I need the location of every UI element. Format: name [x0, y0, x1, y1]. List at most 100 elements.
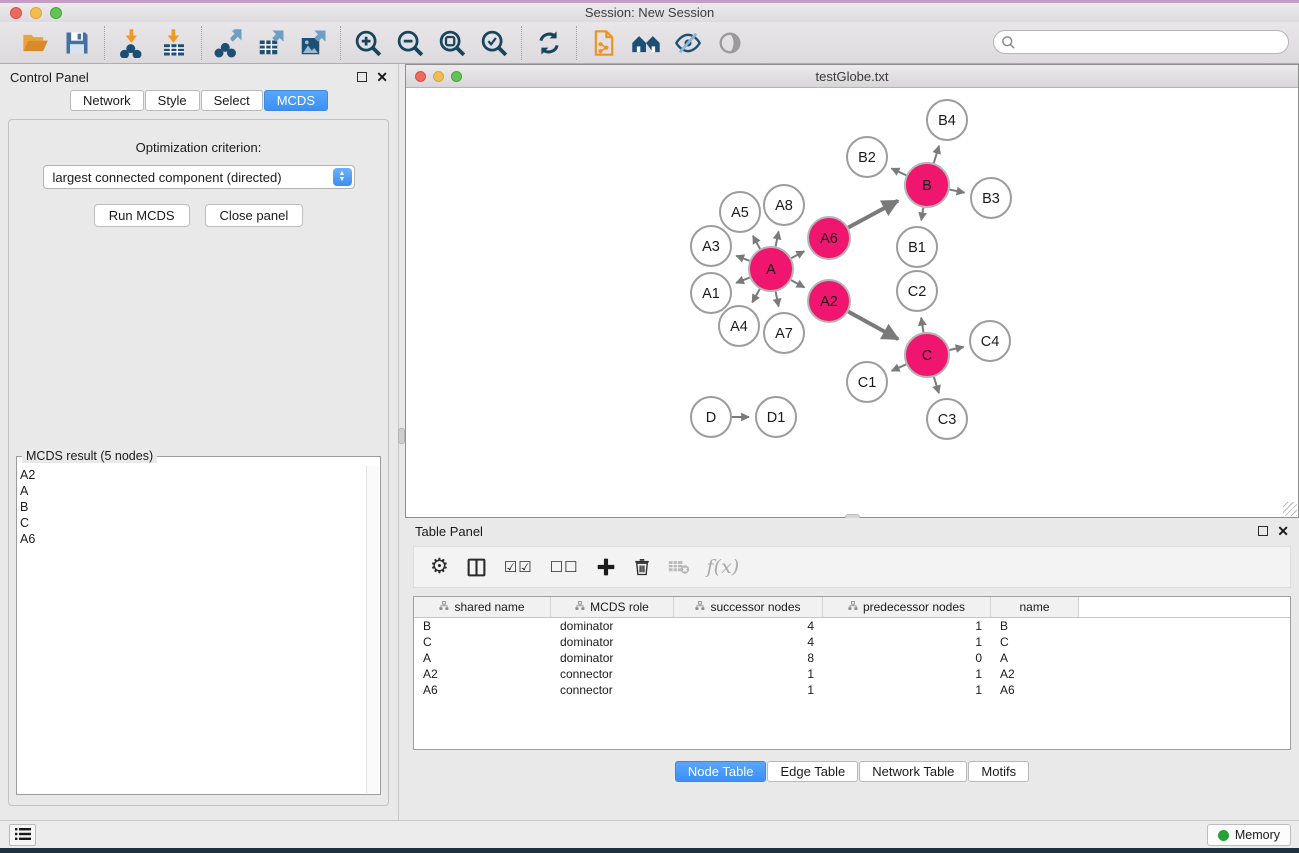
- export-table-button[interactable]: [252, 26, 290, 60]
- zoom-in-button[interactable]: [349, 26, 387, 60]
- zoom-out-button[interactable]: [391, 26, 429, 60]
- import-table-button[interactable]: [155, 26, 193, 60]
- result-item[interactable]: B: [20, 499, 365, 515]
- node-B2[interactable]: B2: [847, 137, 887, 177]
- edge-C-C3[interactable]: [934, 377, 939, 393]
- split-divider-handle[interactable]: [398, 428, 405, 444]
- result-item[interactable]: C: [20, 515, 365, 531]
- float-panel-icon[interactable]: [1258, 526, 1268, 536]
- edge-A-A3[interactable]: [736, 256, 749, 261]
- deselect-all-icon[interactable]: ☐☐: [550, 558, 579, 576]
- node-A2[interactable]: A2: [808, 280, 850, 322]
- network-canvas[interactable]: B4 B2 B B3 A8A5 A6 A3 B1 A C2 A1 A2 A4A7 C4 C C1 C3 D D1: [406, 88, 1298, 517]
- edge-A-A5[interactable]: [753, 236, 760, 249]
- edge-A-A4[interactable]: [752, 289, 760, 302]
- table-settings-icon[interactable]: ⚙: [430, 557, 449, 577]
- result-scrollbar[interactable]: [366, 466, 379, 793]
- column-header-predecessor-nodes[interactable]: predecessor nodes: [823, 597, 991, 617]
- edge-C-C4[interactable]: [949, 347, 963, 350]
- edge-A2-C[interactable]: [848, 312, 898, 339]
- node-D1[interactable]: D1: [756, 397, 796, 437]
- search-input[interactable]: [993, 30, 1289, 54]
- node-C1[interactable]: C1: [847, 362, 887, 402]
- network-file-button[interactable]: [585, 26, 623, 60]
- tab-motifs[interactable]: Motifs: [968, 761, 1029, 782]
- result-item[interactable]: A: [20, 483, 365, 499]
- edge-A-A6[interactable]: [791, 251, 804, 258]
- table-row[interactable]: Adominator80A: [414, 650, 1290, 666]
- mcds-result-list[interactable]: A2ABCA6: [20, 467, 365, 793]
- node-C2[interactable]: C2: [897, 271, 937, 311]
- apply-layout-button[interactable]: [530, 26, 568, 60]
- table-row[interactable]: A6connector11A6: [414, 682, 1290, 698]
- zoom-selected-button[interactable]: [475, 26, 513, 60]
- column-header-MCDS-role[interactable]: MCDS role: [551, 597, 674, 617]
- edge-B-B4[interactable]: [934, 146, 939, 163]
- node-B1[interactable]: B1: [897, 227, 937, 267]
- node-C[interactable]: C: [905, 333, 949, 377]
- node-C3[interactable]: C3: [927, 399, 967, 439]
- node-A1[interactable]: A1: [691, 273, 731, 313]
- zoom-fit-button[interactable]: [433, 26, 471, 60]
- column-header-shared-name[interactable]: shared name: [414, 597, 551, 617]
- edge-B-B3[interactable]: [950, 190, 965, 193]
- node-A4[interactable]: A4: [719, 306, 759, 346]
- show-panel-menu-button[interactable]: [9, 824, 36, 846]
- result-item[interactable]: A6: [20, 531, 365, 547]
- tab-edge-table[interactable]: Edge Table: [767, 761, 858, 782]
- tab-network-table[interactable]: Network Table: [859, 761, 967, 782]
- edge-A-A2[interactable]: [791, 280, 804, 287]
- tab-network[interactable]: Network: [70, 90, 144, 111]
- home-button[interactable]: [627, 26, 665, 60]
- tab-style[interactable]: Style: [145, 90, 200, 111]
- node-A3[interactable]: A3: [691, 226, 731, 266]
- edge-B-B1[interactable]: [921, 208, 923, 221]
- close-panel-icon[interactable]: ✕: [1277, 526, 1289, 536]
- run-mcds-button[interactable]: Run MCDS: [94, 204, 190, 227]
- node-B[interactable]: B: [905, 163, 949, 207]
- close-panel-icon[interactable]: ✕: [376, 72, 388, 82]
- node-D[interactable]: D: [691, 397, 731, 437]
- node-A[interactable]: A: [749, 247, 793, 291]
- open-session-button[interactable]: [16, 26, 54, 60]
- tab-node-table[interactable]: Node Table: [675, 761, 767, 782]
- export-network-button[interactable]: [210, 26, 248, 60]
- edge-A-A8[interactable]: [776, 231, 779, 246]
- close-panel-button[interactable]: Close panel: [205, 204, 304, 227]
- edge-A-A1[interactable]: [736, 278, 750, 283]
- node-A5[interactable]: A5: [720, 192, 760, 232]
- node-B3[interactable]: B3: [971, 178, 1011, 218]
- window-resize-grip[interactable]: [1283, 502, 1297, 516]
- node-A6[interactable]: A6: [808, 217, 850, 259]
- node-B4[interactable]: B4: [927, 100, 967, 140]
- split-columns-icon[interactable]: [466, 557, 487, 578]
- table-row[interactable]: Cdominator41C: [414, 634, 1290, 650]
- add-column-icon[interactable]: [596, 557, 616, 577]
- column-header-successor-nodes[interactable]: successor nodes: [674, 597, 823, 617]
- tab-select[interactable]: Select: [201, 90, 263, 111]
- memory-button[interactable]: Memory: [1207, 824, 1291, 846]
- node-A8[interactable]: A8: [764, 185, 804, 225]
- node-A7[interactable]: A7: [764, 313, 804, 353]
- table-cell: C: [414, 635, 551, 649]
- hide-selected-button[interactable]: [669, 26, 707, 60]
- edge-C-C1[interactable]: [892, 364, 906, 370]
- show-all-button[interactable]: [711, 26, 749, 60]
- delete-column-icon[interactable]: [633, 557, 651, 577]
- edge-A6-B[interactable]: [848, 201, 898, 228]
- table-row[interactable]: A2connector11A2: [414, 666, 1290, 682]
- import-network-button[interactable]: [113, 26, 151, 60]
- save-session-button[interactable]: [58, 26, 96, 60]
- table-row[interactable]: Bdominator41B: [414, 618, 1290, 634]
- export-image-button[interactable]: [294, 26, 332, 60]
- tab-mcds[interactable]: MCDS: [264, 90, 328, 111]
- edge-A-A7[interactable]: [776, 292, 779, 307]
- column-header-name[interactable]: name: [991, 597, 1079, 617]
- result-item[interactable]: A2: [20, 467, 365, 483]
- node-C4[interactable]: C4: [970, 321, 1010, 361]
- edge-B-B2[interactable]: [891, 168, 906, 175]
- float-panel-icon[interactable]: [357, 72, 367, 82]
- edge-C-C2[interactable]: [921, 318, 923, 333]
- select-all-icon[interactable]: ☑☑: [504, 558, 533, 576]
- criterion-dropdown[interactable]: largest connected component (directed) ▲…: [43, 165, 355, 189]
